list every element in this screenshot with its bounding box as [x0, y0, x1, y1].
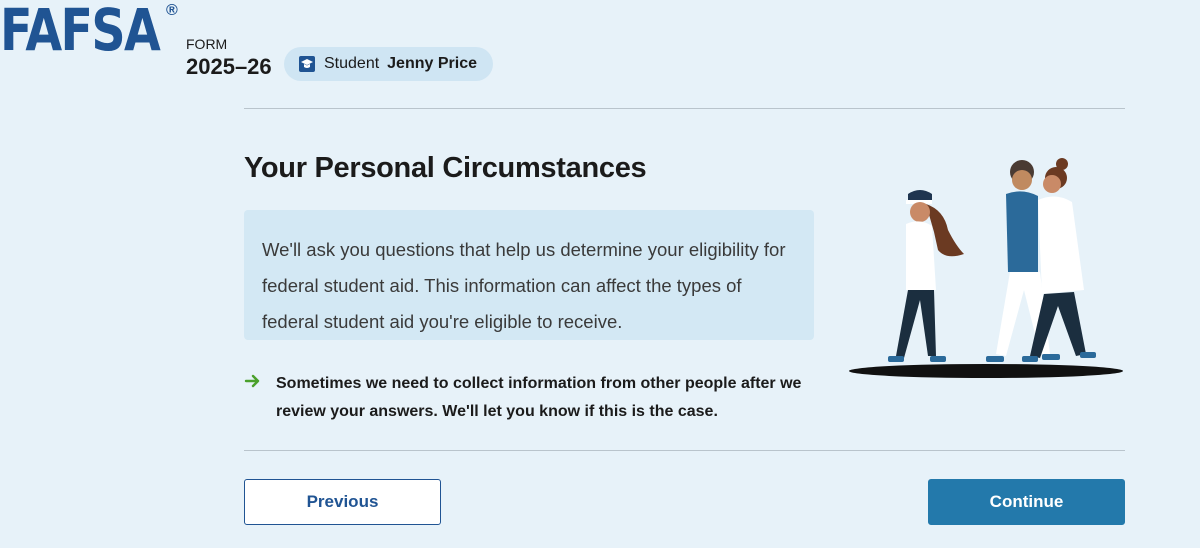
- form-label: FORM: [186, 36, 228, 52]
- student-badge: Student Jenny Price: [284, 47, 493, 81]
- previous-button[interactable]: Previous: [244, 479, 441, 525]
- student-role: Student: [324, 55, 380, 72]
- registered-mark: ®: [166, 2, 178, 19]
- form-year-block: FORM 2025–26: [186, 36, 272, 80]
- note-text: Sometimes we need to collect information…: [276, 375, 802, 420]
- arrow-right-icon: [244, 374, 260, 388]
- students-walking-illustration: [849, 158, 1123, 378]
- page-title: Your Personal Circumstances: [244, 152, 647, 184]
- app-header: FAFSA ® FORM 2025–26 Student Jenny Price: [0, 0, 1200, 81]
- fafsa-logo: FAFSA: [0, 0, 161, 64]
- continue-button[interactable]: Continue: [928, 479, 1125, 525]
- info-box: We'll ask you questions that help us det…: [244, 210, 814, 340]
- form-year: 2025–26: [186, 54, 272, 79]
- student-name: Jenny Price: [387, 55, 477, 72]
- info-text: We'll ask you questions that help us det…: [262, 239, 786, 332]
- header-divider: [244, 108, 1125, 109]
- footer-divider: [244, 450, 1125, 451]
- note: Sometimes we need to collect information…: [244, 370, 804, 426]
- graduation-cap-icon: [299, 56, 315, 72]
